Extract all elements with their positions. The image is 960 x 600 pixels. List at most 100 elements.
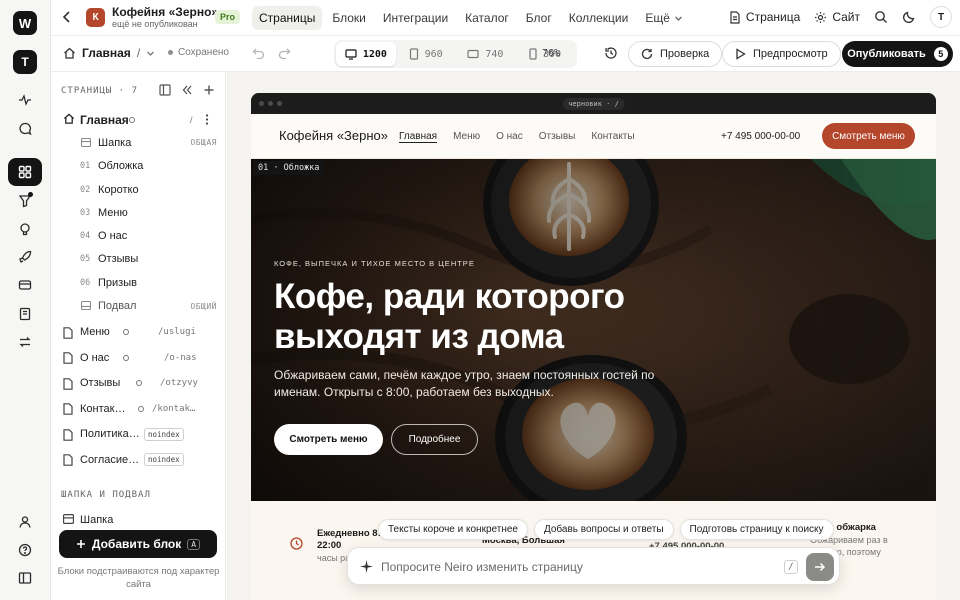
- card-icon[interactable]: [8, 271, 42, 299]
- workspace-avatar[interactable]: T: [13, 50, 37, 74]
- site-header[interactable]: Кофейня «Зерно» Главная Меню О нас Отзыв…: [251, 114, 936, 159]
- book-icon[interactable]: [8, 300, 42, 328]
- site-nav-item[interactable]: Главная: [399, 131, 438, 143]
- status-dot: [123, 354, 129, 361]
- page-home[interactable]: Главная /: [51, 108, 225, 131]
- page-slug: /: [190, 114, 193, 125]
- zoom-level[interactable]: 76%: [542, 48, 560, 59]
- suggestion-chip[interactable]: Тексты короче и конкретнее: [378, 519, 528, 540]
- layout-icon[interactable]: [8, 564, 42, 592]
- user-icon[interactable]: [8, 508, 42, 536]
- breakpoint-switcher: 1200 960 740 390: [334, 40, 577, 68]
- nav-pages[interactable]: Страницы: [252, 6, 323, 30]
- home-icon: [63, 113, 75, 124]
- site-cta-button[interactable]: Смотреть меню: [822, 123, 915, 149]
- nav-catalog[interactable]: Каталог: [458, 6, 516, 30]
- page-about[interactable]: О нас /o-nas: [51, 345, 225, 371]
- version-history-icon[interactable]: [604, 46, 618, 60]
- hero-buttons: Смотреть меню Подробнее: [274, 424, 478, 455]
- undo-icon[interactable]: [252, 47, 265, 59]
- help-icon[interactable]: [8, 536, 42, 564]
- blocks-icon[interactable]: [8, 158, 42, 186]
- block-header[interactable]: Шапка ОБЩАЯ: [51, 131, 225, 154]
- breakpoint-desktop[interactable]: 1200: [336, 42, 396, 66]
- activity-icon[interactable]: [8, 86, 42, 114]
- page-icon: [63, 454, 73, 466]
- block-menu[interactable]: 03 Меню: [51, 201, 225, 224]
- hero-block[interactable]: 01 · Обложка КОФЕ, ВЫПЕЧКА И ТИХОЕ МЕСТО…: [251, 159, 936, 501]
- hero-title-line: Кофе, ради которого: [274, 277, 625, 316]
- desktop-icon: [345, 48, 357, 60]
- theme-toggle-icon[interactable]: [902, 10, 916, 24]
- user-avatar[interactable]: Т: [930, 6, 952, 28]
- block-short[interactable]: 02 Коротко: [51, 178, 225, 201]
- check-button[interactable]: Проверка: [628, 41, 723, 67]
- chat-icon[interactable]: [8, 115, 42, 143]
- ai-prompt-input[interactable]: [381, 557, 761, 577]
- block-label-chip: 01 · Обложка: [253, 161, 325, 175]
- rocket-icon[interactable]: [8, 243, 42, 271]
- save-status: Сохранено: [168, 47, 229, 58]
- send-button[interactable]: [806, 553, 834, 581]
- nav-integrations[interactable]: Интеграции: [376, 6, 455, 30]
- page-settings-button[interactable]: Страница: [729, 10, 800, 24]
- block-reviews[interactable]: 05 Отзывы: [51, 248, 225, 271]
- site-nav-item[interactable]: О нас: [496, 131, 523, 143]
- breakpoint-laptop[interactable]: 960: [396, 42, 456, 66]
- site-logo[interactable]: Кофейня «Зерно»: [279, 128, 388, 143]
- page-contacts[interactable]: Контак… /kontak…: [51, 396, 225, 422]
- panel-icon[interactable]: [159, 84, 171, 96]
- nav-blocks[interactable]: Блоки: [325, 6, 373, 30]
- brain-icon[interactable]: [8, 215, 42, 243]
- site-nav-item[interactable]: Меню: [453, 131, 480, 143]
- page-privacy[interactable]: Политика… noindex: [51, 422, 225, 448]
- block-icon: [81, 138, 91, 148]
- nav-more-label: Ещё: [645, 11, 670, 25]
- page-label: Меню: [80, 326, 110, 339]
- history-controls: [252, 47, 291, 59]
- page-slug: /otzyvy: [160, 378, 198, 389]
- add-block-button[interactable]: Добавить блок A: [59, 530, 217, 558]
- nav-blog[interactable]: Блог: [519, 6, 559, 30]
- hero-primary-button[interactable]: Смотреть меню: [274, 424, 383, 455]
- hero-secondary-button[interactable]: Подробнее: [391, 424, 478, 455]
- refresh-icon: [641, 48, 653, 60]
- site-nav-item[interactable]: Контакты: [591, 131, 634, 143]
- pages-tree: Главная / Шапка ОБЩАЯ 01 Обложка 02 Коро…: [51, 108, 225, 473]
- search-icon[interactable]: [874, 10, 888, 24]
- project-name[interactable]: Кофейня «Зерно»: [112, 5, 218, 19]
- suggestion-chip[interactable]: Добавь вопросы и ответы: [533, 519, 674, 540]
- breakpoint-tablet[interactable]: 740: [456, 42, 516, 66]
- clock-icon: [290, 537, 303, 550]
- app-logo[interactable]: W: [13, 11, 37, 35]
- block-label: Коротко: [98, 183, 139, 196]
- swap-icon[interactable]: [8, 328, 42, 356]
- add-page-icon[interactable]: [203, 84, 215, 96]
- block-cta[interactable]: 06 Призыв: [51, 271, 225, 294]
- redo-icon[interactable]: [278, 47, 291, 59]
- page-selector[interactable]: Главная /: [63, 46, 155, 60]
- suggestion-chip[interactable]: Подготовь страницу к поиску: [679, 519, 834, 540]
- back-icon[interactable]: [61, 10, 73, 24]
- block-about[interactable]: 04 О нас: [51, 224, 225, 247]
- nav-more[interactable]: Ещё: [638, 6, 690, 30]
- shared-header-item[interactable]: Шапка: [51, 508, 225, 531]
- page-reviews[interactable]: Отзывы /otzyvy: [51, 371, 225, 397]
- page-label: Контак…: [80, 402, 126, 415]
- hero-kicker: КОФЕ, ВЫПЕЧКА И ТИХОЕ МЕСТО В ЦЕНТРЕ: [274, 259, 475, 268]
- site-nav-item[interactable]: Отзывы: [539, 131, 576, 143]
- more-icon[interactable]: [205, 114, 209, 125]
- collapse-icon[interactable]: [181, 84, 193, 96]
- home-icon: [64, 47, 75, 59]
- nav-collections[interactable]: Коллекции: [562, 6, 636, 30]
- filter-icon[interactable]: [8, 187, 42, 215]
- preview-button[interactable]: Предпросмотр: [722, 41, 841, 67]
- current-page-label: Главная: [82, 46, 131, 60]
- page-consent[interactable]: Согласие… noindex: [51, 447, 225, 473]
- publish-button[interactable]: Опубликовать 5: [842, 41, 953, 67]
- site-phone[interactable]: +7 495 000-00-00: [721, 131, 800, 142]
- block-cover[interactable]: 01 Обложка: [51, 155, 225, 178]
- page-menu[interactable]: Меню /uslugi: [51, 320, 225, 346]
- block-footer[interactable]: Подвал ОБЩИЙ: [51, 294, 225, 317]
- site-settings-button[interactable]: Сайт: [814, 10, 860, 24]
